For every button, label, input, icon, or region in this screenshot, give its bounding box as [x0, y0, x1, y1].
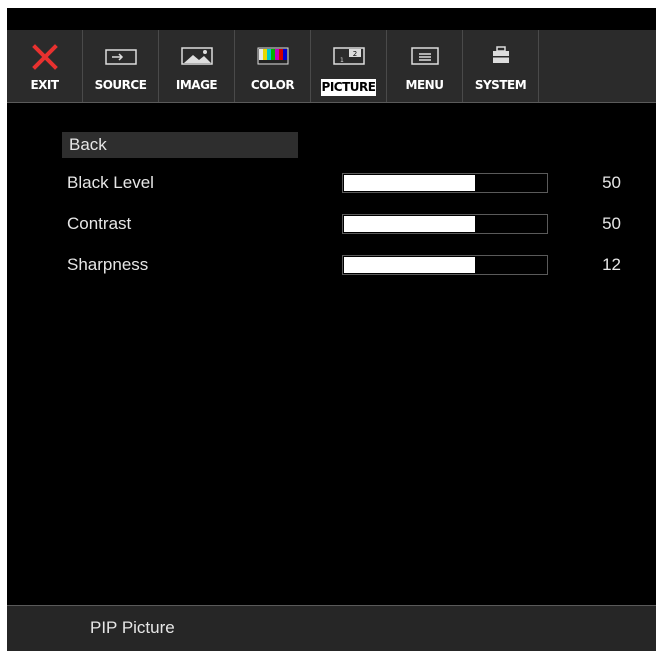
menu-icon — [408, 44, 442, 71]
contrast-slider[interactable] — [342, 214, 548, 234]
contrast-value: 50 — [602, 214, 621, 233]
tab-bar: EXIT SOURCE IMAGE COLOR 21 PICTURE MENU … — [7, 30, 656, 103]
sharpness-slider[interactable] — [342, 255, 548, 275]
slider-fill — [344, 216, 475, 232]
tab-label: SOURCE — [94, 78, 147, 92]
footer-title: PIP Picture — [90, 618, 175, 637]
tab-menu[interactable]: MENU — [387, 30, 463, 102]
tab-label: EXIT — [30, 78, 59, 92]
tab-picture[interactable]: 21 PICTURE — [311, 30, 387, 102]
close-icon — [31, 44, 58, 75]
slider-fill — [344, 257, 475, 273]
svg-text:2: 2 — [352, 50, 356, 58]
black-level-label[interactable]: Black Level — [67, 170, 154, 196]
footer: PIP Picture — [7, 606, 656, 651]
sharpness-label[interactable]: Sharpness — [67, 252, 148, 278]
svg-text:1: 1 — [340, 57, 344, 64]
color-bars-icon — [256, 44, 290, 71]
tab-label: MENU — [405, 78, 444, 92]
tab-source[interactable]: SOURCE — [83, 30, 159, 102]
tab-image[interactable]: IMAGE — [159, 30, 235, 102]
image-icon — [180, 44, 214, 71]
tab-label: SYSTEM — [474, 78, 527, 92]
slider-fill — [344, 175, 475, 191]
tab-label: IMAGE — [175, 78, 218, 92]
tab-system[interactable]: SYSTEM — [463, 30, 539, 102]
pip-icon: 21 — [332, 44, 366, 71]
sharpness-value: 12 — [602, 255, 621, 274]
tab-exit[interactable]: EXIT — [7, 30, 83, 102]
briefcase-icon — [484, 44, 518, 71]
black-level-value: 50 — [602, 173, 621, 192]
back-item[interactable]: Back — [62, 132, 298, 158]
tab-label: COLOR — [250, 78, 295, 92]
contrast-label[interactable]: Contrast — [67, 211, 131, 237]
black-level-slider[interactable] — [342, 173, 548, 193]
osd-menu: EXIT SOURCE IMAGE COLOR 21 PICTURE MENU … — [7, 8, 656, 651]
tab-color[interactable]: COLOR — [235, 30, 311, 102]
tab-label: PICTURE — [321, 79, 376, 96]
input-source-icon — [104, 44, 138, 71]
